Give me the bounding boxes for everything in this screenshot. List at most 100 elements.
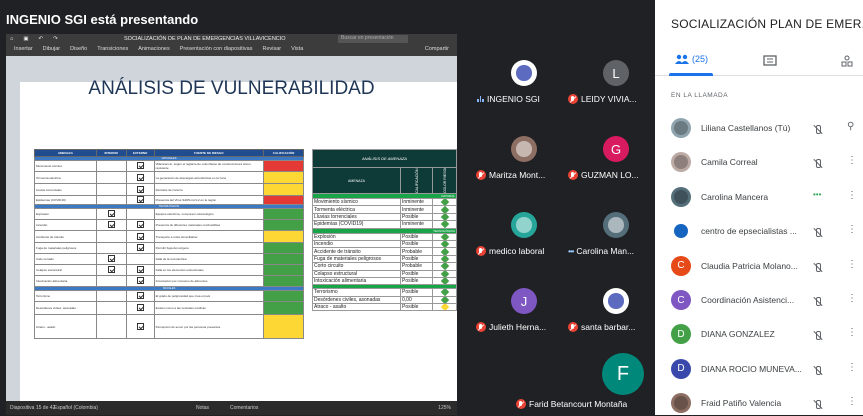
people-list-item[interactable]: Camila Correal ⋮	[655, 145, 863, 175]
more-options-icon[interactable]: ⋮	[847, 259, 857, 270]
threat-name: Terrorismo	[34, 290, 97, 302]
people-list-item[interactable]: D DIANA ROCIO MUNEVA... ⋮	[655, 352, 863, 382]
analysis-row: Terrorismo Posible	[312, 288, 457, 297]
more-options-icon[interactable]: ⋮	[847, 293, 857, 304]
people-list-item[interactable]: centro de epsecialistas ... ⋮	[655, 214, 863, 244]
checkbox-icon	[136, 304, 144, 311]
person-name: Fraid Patiño Valencia	[701, 398, 782, 409]
people-list-item[interactable]: C Claudia Patricia Molano... ⋮	[655, 249, 863, 279]
risk-source: El grado de peligrosidad que crea el paí…	[153, 290, 265, 302]
internal-cell	[95, 314, 127, 339]
muted-mic-icon	[813, 363, 823, 381]
ppt-menu-item: Vista	[291, 46, 304, 52]
rating-cell	[263, 275, 304, 287]
diamond-icon	[440, 248, 449, 255]
people-list-item[interactable]: Liliana Castellanos (Tú) ⚲	[655, 111, 863, 141]
threat-name: Incendio	[34, 219, 97, 231]
participant-tile[interactable]: F Farid Betancourt Montaña	[516, 353, 644, 409]
tab-chat[interactable]	[763, 54, 777, 72]
rating-cell	[263, 230, 304, 243]
more-options-icon[interactable]: ⋮	[847, 396, 857, 407]
analysis-row: Epidemias (COVID19) Inminente	[312, 220, 457, 229]
ppt-menu-item: Presentación con diapositivas	[179, 46, 253, 52]
rating-cell	[263, 219, 304, 231]
diamond-icon	[440, 241, 449, 247]
table-row: Tormenta eléctrica La generación de desca…	[34, 171, 304, 184]
avatar	[511, 136, 537, 162]
people-list-item[interactable]: C Coordinación Asistenci... ⋮	[655, 283, 863, 313]
threat-analysis-table: ANÁLISIS DE AMENAZA AMENAZA CALIFICACIÓN CO…	[312, 149, 457, 312]
people-list-item[interactable]: D DIANA GONZALEZ ⋮	[655, 317, 863, 347]
analysis-row: Movimiento sísmico Inminente	[312, 197, 457, 207]
table-header-cell: AMENAZA	[34, 149, 97, 157]
table-header-row: AMENAZA INTERNO EXTERNO FUENTE DE RIESGO CAL…	[34, 149, 304, 157]
people-list-item[interactable]: Carolina Mancera ••• ⋮	[655, 180, 863, 210]
table-row: Fuga de materiales peligrosos Permitir fu…	[34, 242, 304, 254]
diamond-icon	[440, 199, 449, 205]
checkbox-icon	[136, 196, 144, 203]
slide-counter: Diapositiva 15 de 42	[10, 405, 56, 411]
more-options-icon[interactable]: ⋮	[847, 327, 857, 338]
avatar	[603, 288, 629, 314]
people-icon	[675, 54, 689, 64]
threat-name: Intoxicación alimentaria	[312, 276, 401, 286]
more-options-icon[interactable]: ⋮	[847, 362, 857, 373]
slide-title: ANÁLISIS DE VULNERABILIDAD	[88, 78, 375, 99]
diamond-icon	[440, 304, 449, 310]
pin-icon[interactable]: ⚲	[847, 121, 854, 132]
mic-slash-icon	[813, 400, 823, 410]
external-cell	[125, 160, 155, 172]
shared-screen: ⌂ ▣ ↶ ↷ SOCIALIZACIÓN DE PLAN DE EMERGEN…	[6, 34, 457, 415]
participant-tile[interactable]: J Julieth Herna...	[476, 288, 568, 338]
people-count: (25)	[692, 54, 709, 64]
threat-rating: Posible	[400, 276, 433, 286]
threat-name: Colapso estructural	[34, 264, 97, 276]
checkbox-icon	[107, 221, 115, 228]
avatar: G	[603, 136, 629, 162]
participant-tile[interactable]: santa barbar...	[568, 288, 660, 338]
tab-people[interactable]: (25)	[675, 54, 708, 64]
checkbox-icon	[107, 210, 115, 217]
checkbox-icon	[136, 277, 144, 284]
participant-tile[interactable]: G GUZMAN LO...	[568, 136, 660, 186]
risk-source: Intoxicación por consumo de alimentos	[153, 275, 265, 287]
more-options-icon[interactable]: ⋮	[847, 155, 857, 166]
analysis-title: ANÁLISIS DE AMENAZA	[312, 149, 457, 168]
ppt-menu-item: Diseño	[70, 46, 88, 52]
threat-rating: Inminente	[400, 220, 433, 229]
threat-name: Incendio	[312, 239, 401, 249]
risk-color	[432, 205, 457, 214]
mic-slash-icon	[813, 125, 823, 135]
people-list-item[interactable]: Fraid Patiño Valencia ⋮	[655, 386, 863, 416]
mic-slash-icon	[813, 262, 823, 273]
table-row: Intoxicación alimentaria Intoxicación por…	[34, 275, 304, 287]
more-options-icon[interactable]: ⋮	[847, 190, 857, 201]
diamond-icon	[440, 234, 449, 240]
rating-cell	[263, 242, 304, 254]
more-options-icon[interactable]: ⋮	[847, 224, 857, 235]
mic-slash-icon	[813, 331, 823, 341]
table-header-cell: FUENTE DE RIESGO	[153, 149, 265, 157]
analysis-row: Fuga de materiales peligrosos Posible	[312, 254, 457, 264]
home-icon: ⌂	[10, 36, 14, 42]
muted-mic-icon	[516, 399, 526, 409]
threat-name: Lluvias torrenciales	[34, 183, 97, 196]
participant-name: GUZMAN LO...	[581, 170, 639, 180]
risk-color	[432, 232, 457, 241]
participant-tile[interactable]: Maritza Mont...	[476, 136, 568, 186]
participant-tile[interactable]: INGENIO SGI	[476, 60, 568, 110]
external-cell	[125, 290, 155, 302]
threat-name: Intoxicación alimentaria	[34, 275, 97, 287]
internal-cell	[95, 208, 127, 220]
diamond-icon	[440, 271, 449, 277]
participant-name: Farid Betancourt Montaña	[529, 399, 628, 409]
more-dots-icon: •••	[568, 246, 574, 256]
tab-activities[interactable]	[841, 54, 853, 72]
participant-tile[interactable]: ••• Carolina Man...	[568, 212, 660, 262]
table-row: Accidente de tránsito Transporte a rutas …	[34, 230, 304, 243]
analysis-row: Corto circuito Probable	[312, 262, 457, 271]
participant-tile[interactable]: L LEIDY VIVIA...	[568, 60, 660, 110]
participant-tile[interactable]: medico laboral	[476, 212, 568, 262]
ppt-menu-item: Revisar	[262, 46, 282, 52]
slide-canvas: ANÁLISIS DE VULNERABILIDAD AMENAZA INTERN…	[6, 56, 457, 401]
